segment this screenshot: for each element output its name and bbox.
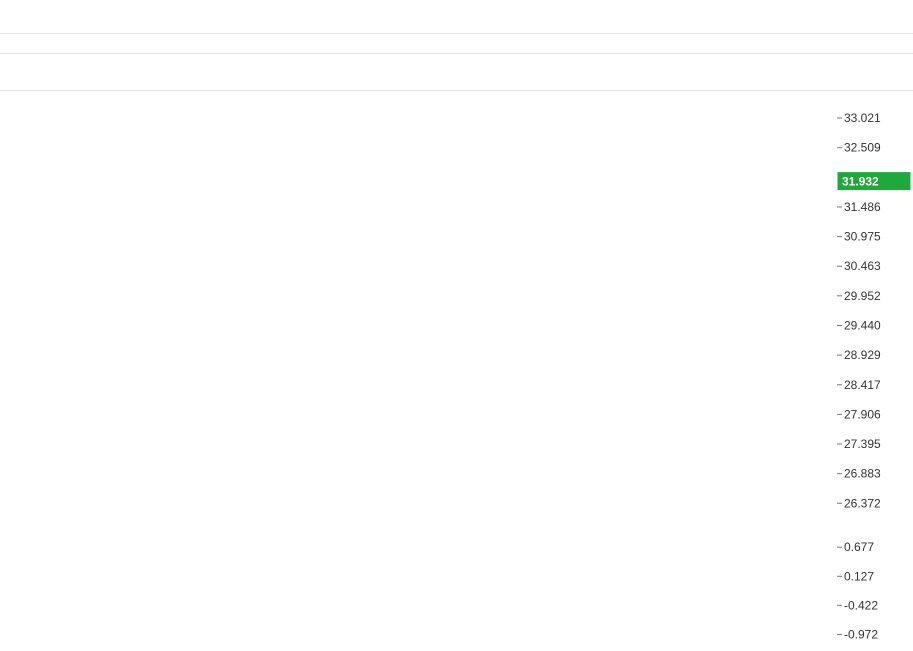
- svg-text:31.932: 31.932: [842, 175, 879, 189]
- price-axis-label: 31.486: [844, 200, 881, 214]
- price-axis-label: 32.509: [844, 141, 881, 155]
- period-tabbar: [0, 53, 913, 91]
- kline-chart-canvas[interactable]: 33.021 32.509 31.486 30.975 30.463 29.952 29.4…: [0, 91, 913, 651]
- price-axis-label: 30.975: [844, 230, 881, 244]
- macd-axis-label: -0.972: [844, 627, 878, 641]
- price-axis-label: 26.883: [844, 467, 881, 481]
- macd-axis-label: 0.677: [844, 540, 874, 554]
- price-axis-label: 27.906: [844, 407, 881, 421]
- price-axis-label: 33.021: [844, 111, 881, 125]
- price-axis-label: 29.952: [844, 289, 881, 303]
- price-axis-label: 29.440: [844, 319, 881, 333]
- price-axis-label: 27.395: [844, 437, 881, 451]
- page-header: [0, 0, 913, 34]
- macd-axis-label: 0.127: [844, 569, 874, 583]
- price-axis-label: 26.372: [844, 496, 881, 510]
- kline-page: { "header": { "title": "K线图", "link_labe…: [0, 0, 913, 651]
- price-axis-label: 28.417: [844, 378, 881, 392]
- price-axis-label: 28.929: [844, 348, 881, 362]
- macd-axis-label: -0.422: [844, 598, 878, 612]
- kline-chart[interactable]: 33.021 32.509 31.486 30.975 30.463 29.952 29.4…: [0, 91, 913, 651]
- price-axis-label: 30.463: [844, 259, 881, 273]
